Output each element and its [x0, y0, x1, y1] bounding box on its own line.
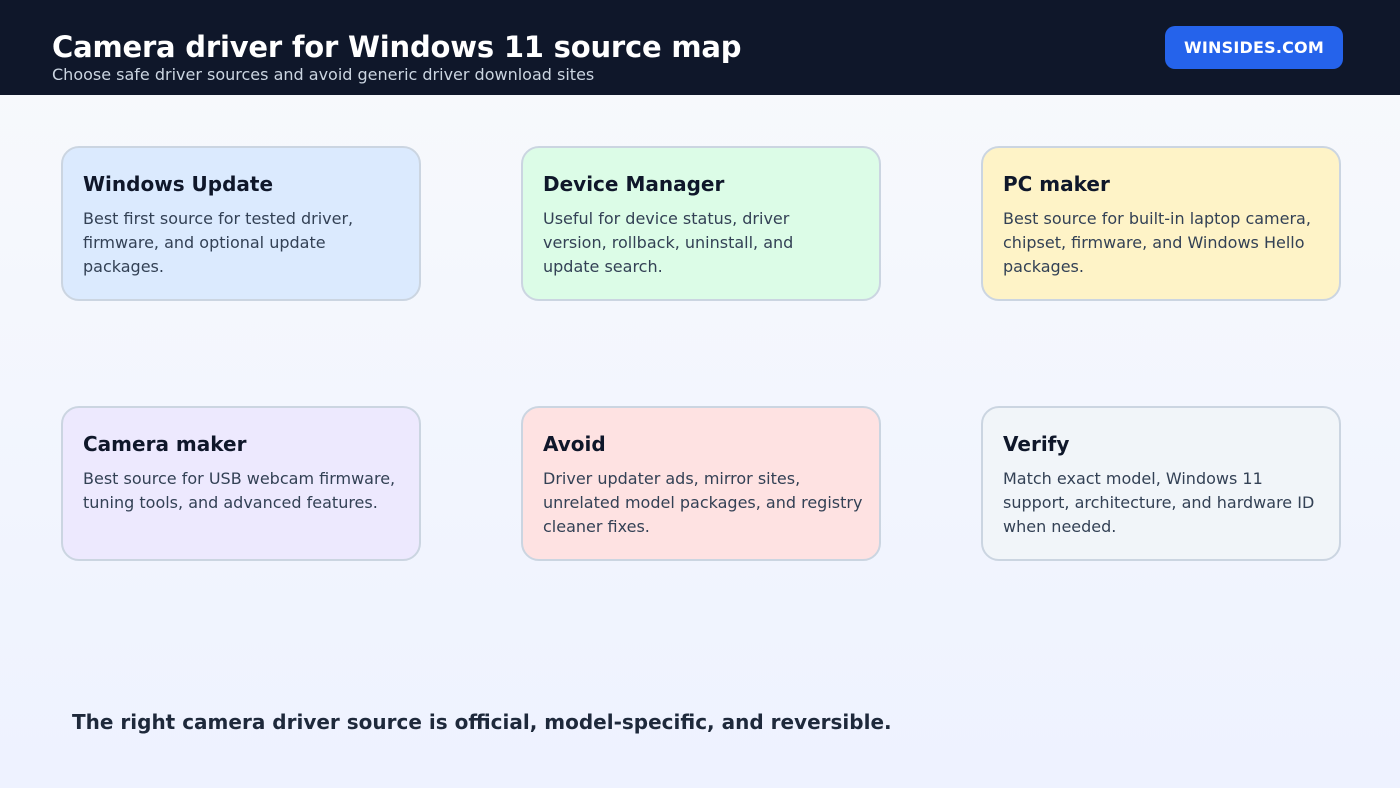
card-title: Verify — [1003, 432, 1070, 456]
brand-badge[interactable]: WINSIDES.COM — [1165, 26, 1343, 69]
page-subtitle: Choose safe driver sources and avoid gen… — [52, 65, 595, 84]
card-device-manager: Device Manager Useful for device status,… — [521, 146, 881, 301]
card-title: Windows Update — [83, 172, 274, 196]
card-avoid: Avoid Driver updater ads, mirror sites, … — [521, 406, 881, 561]
card-title: Camera maker — [83, 432, 247, 456]
card-text: Best first source for tested driver, fir… — [83, 209, 354, 276]
header-bar: Camera driver for Windows 11 source map … — [0, 0, 1400, 95]
card-verify: Verify Match exact model, Windows 11 sup… — [981, 406, 1341, 561]
card-title: Avoid — [543, 432, 606, 456]
card-text: Best source for USB webcam firmware, tun… — [83, 469, 396, 512]
card-pc-maker: PC maker Best source for built-in laptop… — [981, 146, 1341, 301]
card-text: Useful for device status, driver version… — [543, 209, 794, 276]
card-title: Device Manager — [543, 172, 725, 196]
card-title: PC maker — [1003, 172, 1110, 196]
card-windows-update: Windows Update Best first source for tes… — [61, 146, 421, 301]
page-title: Camera driver for Windows 11 source map — [52, 30, 742, 64]
card-text: Best source for built-in laptop camera, … — [1003, 209, 1311, 276]
card-text: Match exact model, Windows 11 support, a… — [1003, 469, 1315, 536]
card-text: Driver updater ads, mirror sites, unrela… — [543, 469, 863, 536]
footer-note: The right camera driver source is offici… — [72, 710, 892, 734]
card-camera-maker: Camera maker Best source for USB webcam … — [61, 406, 421, 561]
